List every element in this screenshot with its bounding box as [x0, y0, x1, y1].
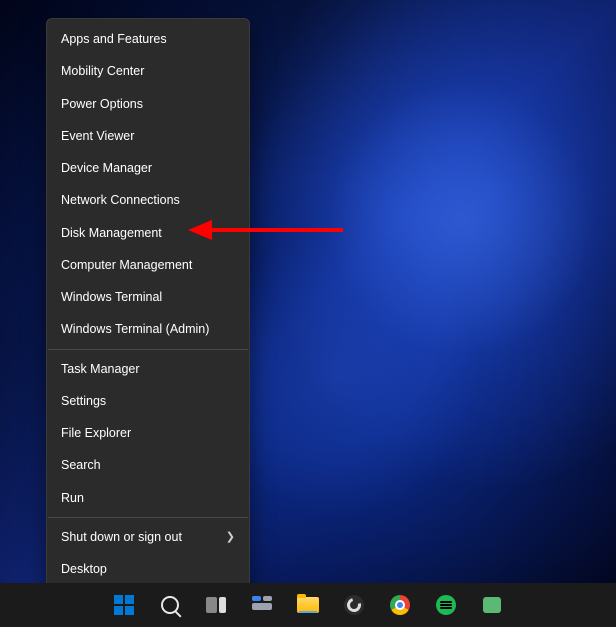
winx-context-menu: Apps and Features Mobility Center Power … [46, 18, 250, 590]
file-explorer-button[interactable] [288, 585, 328, 625]
menu-item-label: Event Viewer [61, 128, 134, 144]
chrome-icon [390, 595, 410, 615]
menu-item-label: Device Manager [61, 160, 152, 176]
menu-item-power-options[interactable]: Power Options [47, 88, 249, 120]
start-button[interactable] [104, 585, 144, 625]
menu-item-desktop[interactable]: Desktop [47, 553, 249, 585]
menu-item-label: Disk Management [61, 225, 162, 241]
menu-item-mobility-center[interactable]: Mobility Center [47, 55, 249, 87]
task-view-button[interactable] [196, 585, 236, 625]
menu-item-label: Apps and Features [61, 31, 167, 47]
obs-button[interactable] [334, 585, 374, 625]
menu-item-label: Run [61, 490, 84, 506]
menu-item-label: Search [61, 457, 101, 473]
menu-item-label: Windows Terminal [61, 289, 162, 305]
taskbar [0, 583, 616, 627]
menu-item-windows-terminal[interactable]: Windows Terminal [47, 281, 249, 313]
menu-item-label: Mobility Center [61, 63, 144, 79]
menu-separator [48, 517, 248, 518]
file-explorer-icon [297, 597, 319, 613]
menu-item-shutdown-signout[interactable]: Shut down or sign out ❯ [47, 521, 249, 553]
menu-item-windows-terminal-admin[interactable]: Windows Terminal (Admin) [47, 313, 249, 345]
spotify-button[interactable] [426, 585, 466, 625]
chat-icon [483, 597, 501, 613]
taskbar-search-button[interactable] [150, 585, 190, 625]
menu-item-label: Power Options [61, 96, 143, 112]
menu-item-apps-features[interactable]: Apps and Features [47, 23, 249, 55]
obs-icon [344, 595, 364, 615]
menu-item-network-connections[interactable]: Network Connections [47, 184, 249, 216]
menu-item-label: Settings [61, 393, 106, 409]
menu-item-label: Desktop [61, 561, 107, 577]
menu-item-search[interactable]: Search [47, 449, 249, 481]
menu-item-run[interactable]: Run [47, 482, 249, 514]
menu-item-task-manager[interactable]: Task Manager [47, 353, 249, 385]
chrome-button[interactable] [380, 585, 420, 625]
menu-item-device-manager[interactable]: Device Manager [47, 152, 249, 184]
menu-item-event-viewer[interactable]: Event Viewer [47, 120, 249, 152]
menu-item-label: Task Manager [61, 361, 140, 377]
menu-item-label: Windows Terminal (Admin) [61, 321, 209, 337]
menu-item-label: Computer Management [61, 257, 192, 273]
widgets-icon [252, 596, 272, 614]
menu-item-file-explorer[interactable]: File Explorer [47, 417, 249, 449]
menu-item-settings[interactable]: Settings [47, 385, 249, 417]
task-view-icon [206, 597, 226, 613]
widgets-button[interactable] [242, 585, 282, 625]
menu-item-label: Network Connections [61, 192, 180, 208]
menu-item-label: Shut down or sign out [61, 529, 182, 545]
menu-item-label: File Explorer [61, 425, 131, 441]
windows-logo-icon [114, 595, 134, 615]
search-icon [161, 596, 179, 614]
spotify-icon [436, 595, 456, 615]
menu-item-disk-management[interactable]: Disk Management [47, 217, 249, 249]
menu-item-computer-management[interactable]: Computer Management [47, 249, 249, 281]
chevron-right-icon: ❯ [226, 530, 235, 544]
chat-button[interactable] [472, 585, 512, 625]
menu-separator [48, 349, 248, 350]
